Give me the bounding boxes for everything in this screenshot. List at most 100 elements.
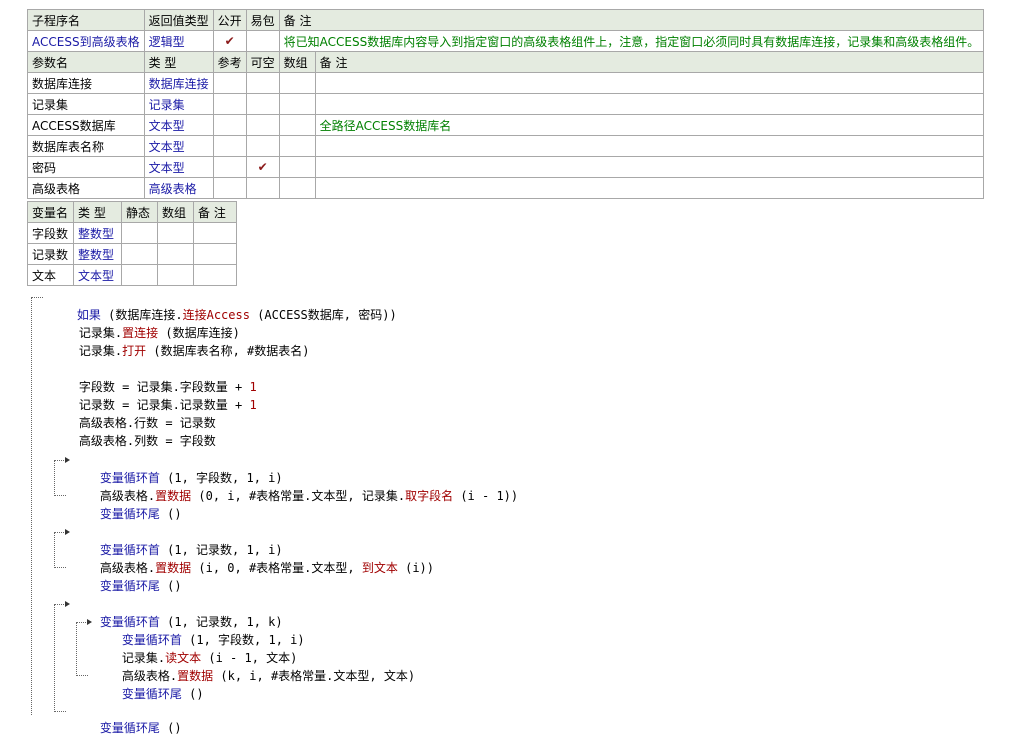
param-ref[interactable] [212, 156, 247, 178]
code-line[interactable]: 高级表格.行数 = 记录数 [50, 396, 216, 430]
code-line[interactable]: 字段数 = 记录集.字段数量 + 1 [50, 360, 257, 394]
param-array[interactable] [278, 177, 316, 199]
var-array[interactable] [157, 264, 194, 286]
var-remark[interactable] [193, 222, 237, 244]
var-remark[interactable] [193, 264, 237, 286]
param-name[interactable]: ACCESS数据库 [27, 114, 145, 136]
code-editor[interactable]: 如果 (数据库连接.连接Access (ACCESS数据库, 密码)) 记录集.… [28, 287, 1008, 735]
param-nullable[interactable] [245, 114, 280, 136]
param-remark[interactable] [314, 156, 985, 178]
param-row[interactable]: 记录集 记录集 [27, 93, 985, 115]
param-name[interactable]: 数据库连接 [27, 72, 145, 94]
keyword-loop-end: 变量循环尾 [99, 579, 160, 593]
param-ref[interactable] [212, 135, 247, 157]
param-array[interactable] [278, 72, 316, 94]
var-name[interactable]: 文本 [27, 264, 74, 286]
param-name[interactable]: 记录集 [27, 93, 145, 115]
code-text: (0, i, #表格常量.文本型, 记录集. [191, 489, 406, 503]
code-line-loop-end[interactable]: 变量循环尾 () [71, 487, 182, 521]
param-array[interactable] [278, 114, 316, 136]
method-name: 到文本 [361, 561, 398, 575]
var-static[interactable] [121, 222, 158, 244]
param-array[interactable] [278, 135, 316, 157]
code-text: (i)) [397, 561, 434, 575]
param-remark[interactable] [314, 177, 985, 199]
code-line-loop-start[interactable]: 变量循环首 (1, 记录数, 1, k) [71, 595, 283, 629]
param-header-ref: 参考 [212, 51, 247, 73]
param-array[interactable] [278, 156, 316, 178]
param-ref[interactable] [212, 93, 247, 115]
code-line-loop-start[interactable]: 变量循环首 (1, 字段数, 1, i) [71, 451, 283, 485]
param-row[interactable]: 数据库表名称 文本型 [27, 135, 985, 157]
code-line[interactable]: 高级表格.置数据 (k, i, #表格常量.文本型, 文本) [93, 649, 415, 683]
code-text: () [159, 507, 182, 521]
easy-pkg-cell[interactable] [245, 30, 280, 52]
var-array[interactable] [157, 243, 194, 265]
param-ref[interactable] [212, 72, 247, 94]
param-name[interactable]: 密码 [27, 156, 145, 178]
param-remark[interactable] [314, 72, 985, 94]
var-name[interactable]: 记录数 [27, 243, 74, 265]
subroutine-row[interactable]: ACCESS到高级表格 逻辑型 ✔ 将已知ACCESS数据库内容导入到指定窗口的… [27, 30, 985, 52]
var-header-array: 数组 [157, 201, 194, 223]
keyword-loop-end: 变量循环尾 [99, 721, 160, 735]
code-line-loop-end[interactable]: 变量循环尾 () [71, 701, 182, 735]
param-remark[interactable]: 全路径ACCESS数据库名 [314, 114, 985, 136]
param-row[interactable]: 密码 文本型 ✔ [27, 156, 985, 178]
method-name: 取字段名 [405, 489, 454, 503]
loop3-guide [54, 604, 55, 712]
code-line[interactable]: 记录集.打开 (数据库表名称, #数据表名) [50, 324, 310, 358]
code-line[interactable]: 记录数 = 记录集.记录数量 + 1 [50, 378, 257, 412]
param-nullable[interactable] [245, 135, 280, 157]
param-row[interactable]: 高级表格 高级表格 [27, 177, 985, 199]
public-check-icon[interactable]: ✔ [212, 30, 247, 52]
code-line[interactable]: 高级表格.置数据 (0, i, #表格常量.文本型, 记录集.取字段名 (i -… [71, 469, 518, 503]
param-ref[interactable] [212, 177, 247, 199]
param-remark[interactable] [314, 135, 985, 157]
variable-row[interactable]: 文本 文本型 [27, 264, 237, 286]
code-line[interactable]: 记录集.置连接 (数据库连接) [50, 306, 240, 340]
param-type[interactable]: 记录集 [143, 93, 214, 115]
param-name[interactable]: 数据库表名称 [27, 135, 145, 157]
code-line-if[interactable]: 如果 (数据库连接.连接Access (ACCESS数据库, 密码)) [48, 288, 397, 322]
return-type-cell[interactable]: 逻辑型 [143, 30, 214, 52]
code-line[interactable]: 记录集.读文本 (i - 1, 文本) [93, 631, 298, 665]
var-remark[interactable] [193, 243, 237, 265]
code-line-loop-end[interactable]: 变量循环尾 () [93, 667, 204, 701]
var-name[interactable]: 字段数 [27, 222, 74, 244]
param-nullable[interactable] [245, 177, 280, 199]
code-line-loop-start[interactable]: 变量循环首 (1, 字段数, 1, i) [93, 613, 305, 647]
param-name[interactable]: 高级表格 [27, 177, 145, 199]
param-type[interactable]: 文本型 [143, 156, 214, 178]
param-type[interactable]: 数据库连接 [143, 72, 214, 94]
var-type[interactable]: 整数型 [73, 243, 122, 265]
param-array[interactable] [278, 93, 316, 115]
code-line[interactable]: 高级表格.置数据 (i, 0, #表格常量.文本型, 到文本 (i)) [71, 541, 434, 575]
param-row[interactable]: ACCESS数据库 文本型 全路径ACCESS数据库名 [27, 114, 985, 136]
code-text: (ACCESS数据库, 密码)) [249, 308, 397, 322]
param-type[interactable]: 文本型 [143, 135, 214, 157]
param-nullable[interactable] [245, 72, 280, 94]
param-header-nullable: 可空 [245, 51, 280, 73]
subroutine-table: 子程序名 返回值类型 公开 易包 备 注 ACCESS到高级表格 逻辑型 ✔ 将… [27, 9, 985, 199]
param-row[interactable]: 数据库连接 数据库连接 [27, 72, 985, 94]
sub-name-cell[interactable]: ACCESS到高级表格 [27, 30, 145, 52]
var-type[interactable]: 文本型 [73, 264, 122, 286]
code-line-loop-start[interactable]: 变量循环首 (1, 记录数, 1, i) [71, 523, 283, 557]
param-type[interactable]: 高级表格 [143, 177, 214, 199]
param-type[interactable]: 文本型 [143, 114, 214, 136]
param-nullable[interactable] [245, 93, 280, 115]
variable-row[interactable]: 字段数 整数型 [27, 222, 237, 244]
var-array[interactable] [157, 222, 194, 244]
code-line[interactable]: 高级表格.列数 = 字段数 [50, 414, 216, 448]
var-static[interactable] [121, 264, 158, 286]
param-ref[interactable] [212, 114, 247, 136]
nullable-check-icon[interactable]: ✔ [245, 156, 280, 178]
loop3-arrow-icon [65, 601, 70, 607]
var-type[interactable]: 整数型 [73, 222, 122, 244]
code-line-loop-end[interactable]: 变量循环尾 () [71, 559, 182, 593]
param-remark[interactable] [314, 93, 985, 115]
var-static[interactable] [121, 243, 158, 265]
variable-row[interactable]: 记录数 整数型 [27, 243, 237, 265]
sub-remark-cell[interactable]: 将已知ACCESS数据库内容导入到指定窗口的高级表格组件上，注意，指定窗口必须同… [278, 30, 985, 52]
